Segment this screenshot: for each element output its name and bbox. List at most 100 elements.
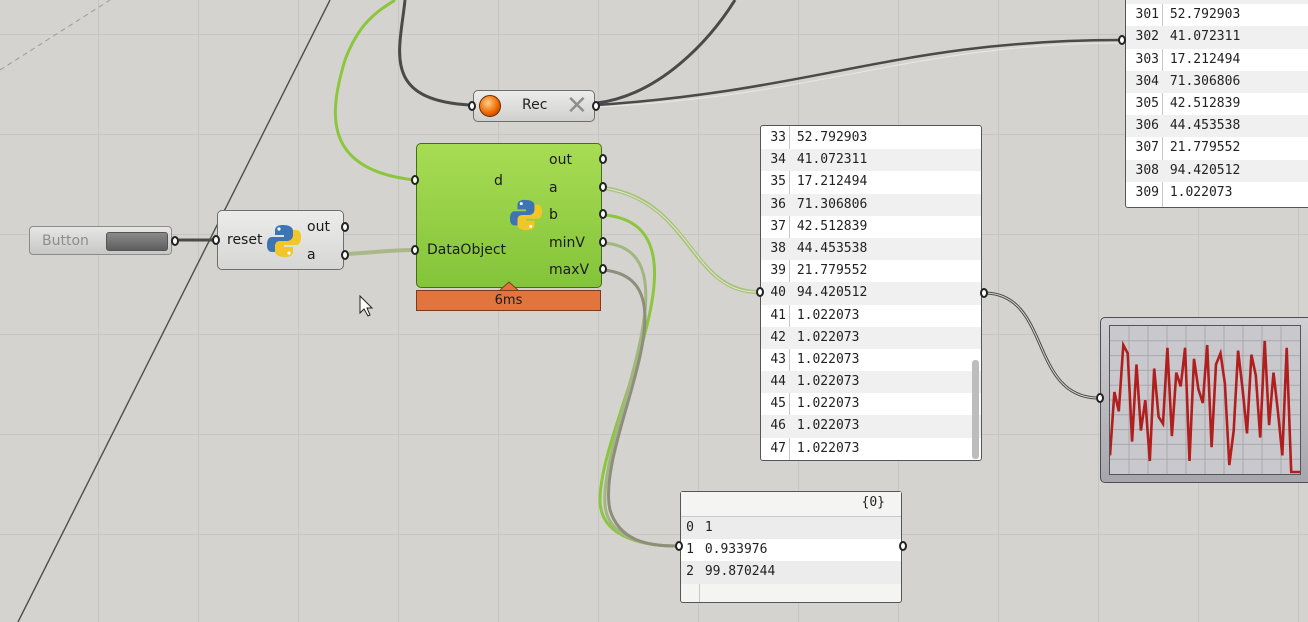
list-item: 309 1.022073 [1126,182,1308,204]
panel-top-rows: 301 52.792903 302 41.072311 303 17.212494 3… [1126,4,1308,204]
wire-layer [0,0,1122,622]
panel-minmax[interactable]: {0} 0 11 0.933976 2 99.870244 [680,491,902,603]
input-dataobject-grip[interactable] [411,245,419,255]
wire-b [598,213,677,548]
list-item: 41 1.022073 [761,305,981,327]
reset-out-grip[interactable] [341,222,349,232]
list-item-value: 52.792903 [1162,7,1241,23]
list-item: 42 1.022073 [761,326,981,349]
list-item: 45 1.022073 [761,393,981,415]
list-item-value: 1.022073 [789,351,860,367]
list-item-value: 71.306806 [1162,73,1241,89]
button-knob[interactable] [106,232,168,251]
list-item: 38 44.453538 [761,237,981,261]
panel-list-input-grip[interactable] [756,287,764,297]
clear-x-icon[interactable]: ✕ [566,93,588,119]
panel-scrollbar[interactable] [972,360,979,459]
list-item: 1 0.933976 [681,539,901,562]
guide-line-dashed [0,0,111,71]
list-item-value: 17.212494 [1162,51,1241,67]
output-maxv-label: maxV [549,262,590,278]
panel-small-output-grip[interactable] [899,541,907,551]
wire-maxV [603,268,677,548]
list-item-index: 307 [1135,140,1159,156]
output-out-grip[interactable] [599,154,607,164]
list-item: 44 1.022073 [761,371,981,394]
list-item-value: 94.420512 [1162,162,1241,178]
output-minv-label: minV [549,235,585,251]
panel-list[interactable]: 33 52.792903 34 41.072311 35 17.212494 36 7… [760,125,982,461]
python-script-component[interactable]: d DataObject out a b minV maxV [411,143,607,291]
input-d-label: d [494,173,503,189]
list-item-value: 1.022073 [789,374,860,390]
list-item: 43 1.022073 [761,349,981,371]
list-item-index: 303 [1135,51,1159,67]
list-item: 35 17.212494 [761,171,981,193]
button-component[interactable]: Button [29,226,179,255]
button-label: Button [42,233,89,249]
input-d-grip[interactable] [411,175,419,185]
output-maxv-grip[interactable] [599,264,607,274]
list-item-value: 1.022073 [1162,184,1233,200]
list-item: 47 1.022073 [761,438,981,460]
list-item-index: 309 [1135,184,1159,200]
list-item: 303 17.212494 [1126,49,1308,71]
panel-list-output-grip[interactable] [980,288,988,298]
wire-rec-out-1 [596,0,737,105]
graph-screen [1108,325,1301,475]
list-item-index: 305 [1135,95,1159,111]
list-item-index: 34 [770,152,786,168]
panel-recorded-values[interactable]: 300 94.420512 301 52.792903302 41.072311… [1125,0,1308,208]
output-a-label: a [549,180,558,196]
reset-input-grip[interactable] [212,235,220,245]
graph-input-grip[interactable] [1096,393,1104,403]
reset-output-a: a [307,247,316,263]
list-item-value: 44.453538 [1162,118,1241,134]
list-item: 308 94.420512 [1126,159,1308,182]
list-item: 301 52.792903 [1126,4,1308,26]
list-item-index: 40 [770,285,786,301]
data-recorder-component[interactable]: Rec ✕ [468,90,600,122]
list-item: 46 1.022073 [761,415,981,438]
reset-input-label: reset [227,232,263,248]
list-item: 37 42.512839 [761,216,981,238]
list-item-index: 301 [1135,7,1159,23]
list-item: 34 41.072311 [761,149,981,172]
list-item-index: 308 [1135,162,1159,178]
rec-output-grip[interactable] [592,101,600,111]
reset-python-component[interactable]: reset out a [212,210,349,270]
output-b-grip[interactable] [599,209,607,219]
list-item-index: 304 [1135,73,1159,89]
list-item-index: 306 [1135,118,1159,134]
graph-mapper[interactable] [1100,317,1308,483]
input-dataobject-label: DataObject [427,242,507,258]
list-item-index: 47 [770,440,786,456]
button-output-grip[interactable] [171,236,179,246]
list-item-value: 21.779552 [789,263,868,279]
list-item: 39 21.779552 [761,260,981,282]
output-minv-grip[interactable] [599,237,607,247]
panel-top-input-grip[interactable] [1118,35,1126,45]
list-item-index: 44 [770,374,786,390]
list-item-value: 21.779552 [1162,140,1241,156]
list-item-value: 94.420512 [789,285,868,301]
list-item-index: 33 [770,130,786,145]
reset-a-grip[interactable] [341,250,349,260]
python-icon [509,199,543,231]
profiler-timer: 6ms [416,290,601,311]
list-item-index: 39 [770,263,786,279]
list-item: 0 1 [681,517,901,540]
list-item-value: 41.072311 [1162,29,1241,45]
rec-input-grip[interactable] [468,101,476,111]
list-item-index: 2 [686,564,694,580]
list-item-value: 99.870244 [697,564,776,580]
panel-list-rows: 33 52.792903 34 41.072311 35 17.212494 36 7… [761,127,981,460]
list-item-value: 1.022073 [789,307,860,323]
mouse-cursor-icon [359,294,374,317]
output-a-grip[interactable] [599,182,607,192]
wire-rec-in [398,0,471,107]
record-icon[interactable] [479,95,501,117]
list-item-value: 52.792903 [789,130,868,145]
list-item-value: 42.512839 [1162,95,1241,111]
panel-small-input-grip[interactable] [675,541,683,551]
